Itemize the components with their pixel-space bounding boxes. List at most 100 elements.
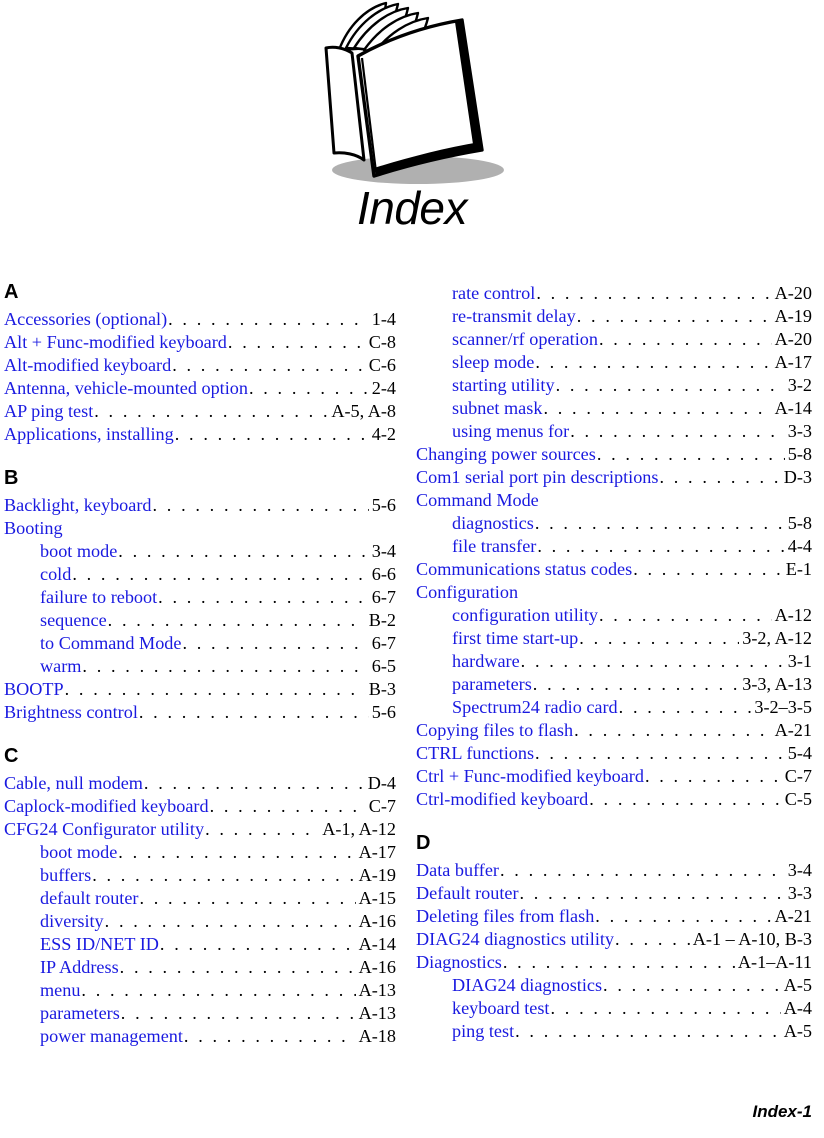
index-entry-page-number[interactable]: C-8 [367, 331, 396, 354]
index-entry-page-number[interactable]: 6-6 [370, 563, 396, 586]
index-sub-entry[interactable]: re-transmit delay A-19 [416, 305, 812, 328]
index-entry-page-number[interactable]: D-4 [366, 772, 396, 795]
index-entry[interactable]: Brightness control 5-6 [4, 701, 396, 724]
index-sub-entry[interactable]: keyboard test A-4 [416, 997, 812, 1020]
index-entry-page-number[interactable]: D-3 [782, 466, 812, 489]
index-sub-entry[interactable]: file transfer 4-4 [416, 535, 812, 558]
index-sub-entry[interactable]: rate control A-20 [416, 282, 812, 305]
index-entry-page-number[interactable]: A-12 [773, 604, 812, 627]
index-entry-page-number[interactable]: A-5 [782, 974, 812, 997]
index-entry[interactable]: Accessories (optional) 1-4 [4, 308, 396, 331]
index-sub-entry[interactable]: boot mode 3-4 [4, 540, 396, 563]
index-sub-entry[interactable]: configuration utility A-12 [416, 604, 812, 627]
index-sub-entry[interactable]: Spectrum24 radio card 3-2–3-5 [416, 696, 812, 719]
index-sub-entry[interactable]: default router A-15 [4, 887, 396, 910]
index-entry-page-number[interactable]: 1-4 [370, 308, 396, 331]
index-entry[interactable]: Antenna, vehicle-mounted option 2-4 [4, 377, 396, 400]
index-entry-page-number[interactable]: A-13 [357, 1002, 396, 1025]
index-entry[interactable]: CTRL functions 5-4 [416, 742, 812, 765]
index-sub-entry[interactable]: first time start-up 3-2, A-12 [416, 627, 812, 650]
index-entry-page-number[interactable]: 3-2, A-12 [740, 627, 812, 650]
index-entry-page-number[interactable]: A-16 [357, 910, 396, 933]
index-entry-page-number[interactable]: E-1 [784, 558, 812, 581]
index-sub-entry[interactable]: ESS ID/NET ID A-14 [4, 933, 396, 956]
index-entry-page-number[interactable]: 5-8 [786, 443, 812, 466]
index-sub-entry[interactable]: using menus for 3-3 [416, 420, 812, 443]
index-entry-page-number[interactable]: 6-7 [370, 586, 396, 609]
index-entry-page-number[interactable]: 5-8 [786, 512, 812, 535]
index-sub-entry[interactable]: starting utility 3-2 [416, 374, 812, 397]
index-entry-page-number[interactable]: A-16 [357, 956, 396, 979]
index-entry[interactable]: Command Mode [416, 489, 812, 512]
index-entry-page-number[interactable]: 6-5 [370, 655, 396, 678]
index-entry-page-number[interactable]: 3-3, A-13 [740, 673, 812, 696]
index-entry-page-number[interactable]: 5-4 [786, 742, 812, 765]
index-entry-page-number[interactable]: A-18 [357, 1025, 396, 1048]
index-entry-page-number[interactable]: A-15 [357, 887, 396, 910]
index-sub-entry[interactable]: hardware 3-1 [416, 650, 812, 673]
index-entry-page-number[interactable]: B-2 [367, 609, 396, 632]
index-sub-entry[interactable]: buffers A-19 [4, 864, 396, 887]
index-entry-page-number[interactable]: 4-4 [786, 535, 812, 558]
index-entry-page-number[interactable]: A-5 [782, 1020, 812, 1043]
index-sub-entry[interactable]: sleep mode A-17 [416, 351, 812, 374]
index-entry-page-number[interactable]: 3-4 [370, 540, 396, 563]
index-entry[interactable]: Applications, installing 4-2 [4, 423, 396, 446]
index-sub-entry[interactable]: failure to reboot 6-7 [4, 586, 396, 609]
index-sub-entry[interactable]: to Command Mode 6-7 [4, 632, 396, 655]
index-entry[interactable]: Alt + Func-modified keyboard C-8 [4, 331, 396, 354]
index-entry-page-number[interactable]: C-5 [783, 788, 812, 811]
index-entry[interactable]: BOOTP B-3 [4, 678, 396, 701]
index-entry-page-number[interactable]: 5-6 [370, 701, 396, 724]
index-sub-entry[interactable]: sequence B-2 [4, 609, 396, 632]
index-entry-page-number[interactable]: 2-4 [370, 377, 396, 400]
index-entry-page-number[interactable]: C-7 [783, 765, 812, 788]
index-entry-page-number[interactable]: 3-3 [786, 882, 812, 905]
index-entry-page-number[interactable]: A-19 [773, 305, 812, 328]
index-entry-page-number[interactable]: A-13 [357, 979, 396, 1002]
index-sub-entry[interactable]: menu A-13 [4, 979, 396, 1002]
index-entry[interactable]: Com1 serial port pin descriptions D-3 [416, 466, 812, 489]
index-entry[interactable]: Ctrl + Func-modified keyboard C-7 [416, 765, 812, 788]
index-entry-page-number[interactable]: 3-4 [786, 859, 812, 882]
index-sub-entry[interactable]: power management A-18 [4, 1025, 396, 1048]
index-entry-page-number[interactable]: C-6 [367, 354, 396, 377]
index-entry-page-number[interactable]: 3-2 [786, 374, 812, 397]
index-entry-page-number[interactable]: A-1–A-11 [736, 951, 812, 974]
index-entry-page-number[interactable]: A-17 [773, 351, 812, 374]
index-entry[interactable]: Default router 3-3 [416, 882, 812, 905]
index-entry[interactable]: Ctrl-modified keyboard C-5 [416, 788, 812, 811]
index-entry-page-number[interactable]: A-5, A-8 [329, 400, 396, 423]
index-entry[interactable]: Changing power sources 5-8 [416, 443, 812, 466]
index-entry[interactable]: Cable, null modem D-4 [4, 772, 396, 795]
index-entry[interactable]: CFG24 Configurator utility A-1, A-12 [4, 818, 396, 841]
index-entry[interactable]: Booting [4, 517, 396, 540]
index-sub-entry[interactable]: DIAG24 diagnostics A-5 [416, 974, 812, 997]
index-entry-page-number[interactable]: 6-7 [370, 632, 396, 655]
index-entry-page-number[interactable]: A-21 [773, 905, 812, 928]
index-entry-page-number[interactable]: B-3 [367, 678, 396, 701]
index-entry-page-number[interactable]: 3-3 [786, 420, 812, 443]
index-entry-page-number[interactable]: A-1 – A-10, B-3 [691, 928, 812, 951]
index-sub-entry[interactable]: subnet mask A-14 [416, 397, 812, 420]
index-entry[interactable]: Diagnostics A-1–A-11 [416, 951, 812, 974]
index-entry[interactable]: Caplock-modified keyboard C-7 [4, 795, 396, 818]
index-entry-page-number[interactable]: A-1, A-12 [320, 818, 396, 841]
index-sub-entry[interactable]: diagnostics 5-8 [416, 512, 812, 535]
index-entry-page-number[interactable]: A-4 [782, 997, 812, 1020]
index-entry-page-number[interactable]: A-19 [357, 864, 396, 887]
index-entry[interactable]: Configuration [416, 581, 812, 604]
index-entry[interactable]: Backlight, keyboard 5-6 [4, 494, 396, 517]
index-sub-entry[interactable]: diversity A-16 [4, 910, 396, 933]
index-entry-page-number[interactable]: 5-6 [370, 494, 396, 517]
index-entry[interactable]: DIAG24 diagnostics utility A-1 – A-10, B-… [416, 928, 812, 951]
index-sub-entry[interactable]: warm 6-5 [4, 655, 396, 678]
index-sub-entry[interactable]: ping test A-5 [416, 1020, 812, 1043]
index-entry[interactable]: Data buffer 3-4 [416, 859, 812, 882]
index-sub-entry[interactable]: cold 6-6 [4, 563, 396, 586]
index-entry-page-number[interactable]: 4-2 [370, 423, 396, 446]
index-entry[interactable]: Alt-modified keyboard C-6 [4, 354, 396, 377]
index-sub-entry[interactable]: IP Address A-16 [4, 956, 396, 979]
index-entry-page-number[interactable]: 3-2–3-5 [752, 696, 812, 719]
index-sub-entry[interactable]: scanner/rf operation A-20 [416, 328, 812, 351]
